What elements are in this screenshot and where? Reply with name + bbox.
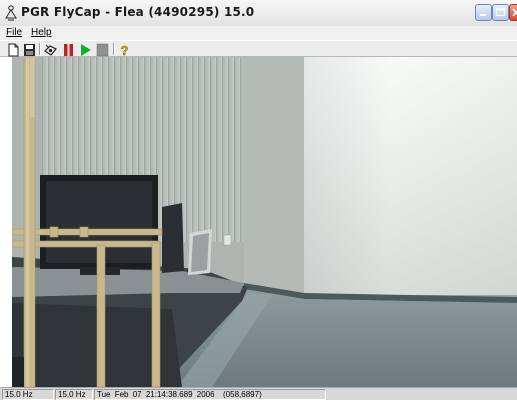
new-button[interactable] xyxy=(6,42,21,57)
camera-settings-icon xyxy=(44,44,57,56)
close-icon xyxy=(512,8,517,17)
menu-help[interactable]: Help xyxy=(31,26,52,40)
maximize-button[interactable] xyxy=(492,4,509,21)
status-bar: 15.0 Hz 15.0 Hz Tue Feb 07 21:14:38.689 … xyxy=(0,387,517,400)
save-button[interactable] xyxy=(22,42,37,56)
menu-help-label: Help xyxy=(31,27,52,38)
flycap-window: PGR FlyCap - Flea (4490295) 15.0 File He… xyxy=(0,0,517,400)
status-cursor-text: (058,6897) xyxy=(223,390,262,399)
play-icon xyxy=(81,44,91,56)
stop-button[interactable] xyxy=(95,42,110,57)
maximize-icon xyxy=(495,7,506,17)
save-icon xyxy=(24,44,35,56)
toolbar: ? xyxy=(0,40,517,59)
toolbar-separator xyxy=(39,43,41,55)
app-icon xyxy=(5,5,17,21)
pause-button[interactable] xyxy=(61,42,76,56)
new-document-icon xyxy=(8,43,19,57)
menu-file-label: File xyxy=(6,27,23,38)
camera-video-frame[interactable] xyxy=(12,57,517,387)
play-button[interactable] xyxy=(78,42,93,56)
menu-file[interactable]: File xyxy=(6,26,22,40)
camera-image xyxy=(12,57,517,387)
close-button[interactable] xyxy=(509,4,517,21)
minimize-button[interactable] xyxy=(475,4,492,21)
svg-text:?: ? xyxy=(121,43,129,57)
status-timestamp: Tue Feb 07 21:14:38.689 2006 (058,6897) xyxy=(94,389,326,400)
toolbar-separator xyxy=(113,43,115,55)
window-title: PGR FlyCap - Flea (4490295) 15.0 xyxy=(21,5,255,19)
status-requested-rate: 15.0 Hz xyxy=(2,389,54,400)
left-margin xyxy=(0,57,12,387)
menu-bar: File Help xyxy=(0,26,517,40)
help-button[interactable]: ? xyxy=(117,42,132,59)
stop-icon xyxy=(96,43,109,57)
title-bar[interactable]: PGR FlyCap - Flea (4490295) 15.0 xyxy=(0,0,517,27)
status-displayed-rate: 15.0 Hz xyxy=(55,389,93,400)
status-timestamp-text: Tue Feb 07 21:14:38.689 2006 xyxy=(97,390,215,399)
camera-settings-button[interactable] xyxy=(43,42,58,56)
pause-icon xyxy=(64,44,73,56)
minimize-icon xyxy=(480,14,486,16)
help-icon: ? xyxy=(120,43,129,59)
